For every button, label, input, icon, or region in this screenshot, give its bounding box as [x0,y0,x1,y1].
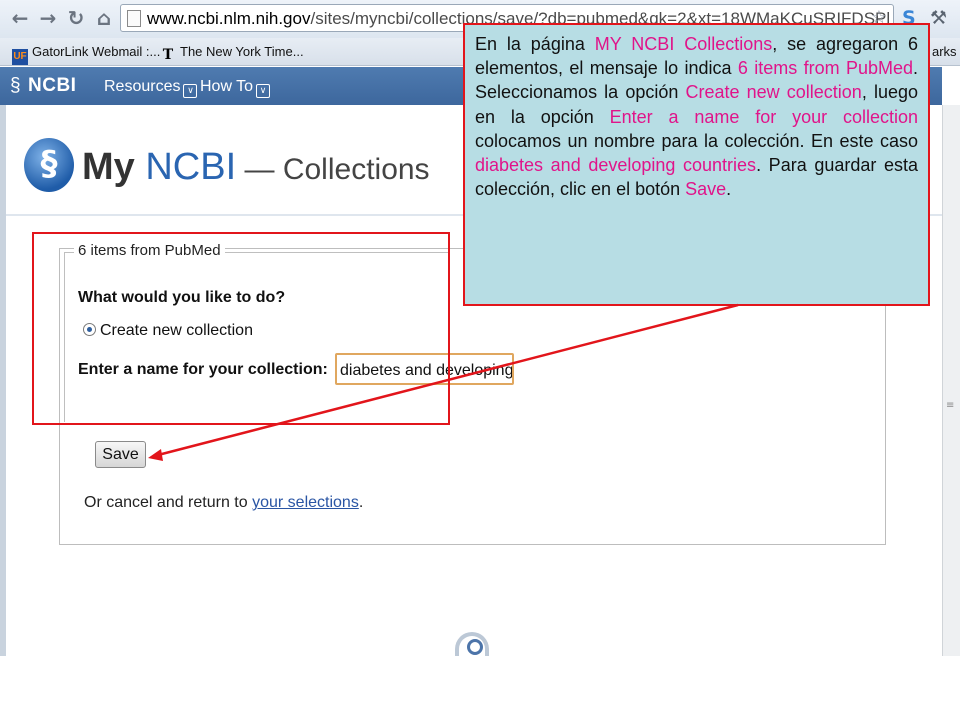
reload-icon[interactable]: ↻ [64,6,88,30]
annotation-highlight-text: MY NCBI Collections [594,34,773,54]
scrollbar[interactable] [942,105,960,656]
chevron-down-icon: ∨ [183,84,198,98]
forward-icon[interactable]: → [36,6,60,30]
ncbi-logo-text: NCBI [28,75,77,96]
back-icon[interactable]: ← [8,6,32,30]
your-selections-link[interactable]: your selections [252,494,359,511]
page-icon [127,10,141,27]
bookmark-nytimes[interactable]: T The New York Time... [160,43,304,63]
home-icon[interactable]: ⌂ [92,6,116,30]
annotation-plain-text: En la página [475,34,595,54]
bookmark-label: GatorLink Webmail :... [32,44,161,59]
cancel-line: Or cancel and return to your selections. [84,493,363,513]
annotation-highlight-text: diabetes and developing countries [475,155,757,176]
annotation-highlight-text: Save [685,179,727,200]
annotation-highlight-text: 6 items from PubMed [737,58,913,79]
annotation-highlight-text: Enter a name for your collection [609,106,918,127]
nyt-icon: T [162,47,174,63]
title-ncbi: NCBI [145,146,237,188]
ncbi-logo[interactable]: § NCBI [10,75,76,97]
menu-how-to[interactable]: How To ∨ [200,77,271,98]
bookmark-gatorlink[interactable]: UF GatorLink Webmail :... [12,43,160,65]
page-title: My NCBI — Collections [82,144,430,193]
menu-resources[interactable]: Resources ∨ [104,77,198,98]
annotation-highlight-text: Create new collection [685,82,862,103]
scroll-grip-icon[interactable]: ≡ [946,401,956,414]
helix-icon: § [10,75,22,96]
menu-label: How To [200,78,254,95]
chevron-down-icon: ∨ [256,84,271,98]
title-my: My [82,146,135,188]
annotation-plain-text: . [726,179,732,200]
other-bookmarks[interactable]: arks [932,43,957,61]
save-button[interactable]: Save [95,441,146,468]
uf-icon: UF [12,49,28,65]
menu-label: Resources [104,78,181,95]
cancel-suffix: . [358,494,364,511]
my-ncbi-logo-icon: § [24,138,74,192]
annotation-text: En la página MY NCBI Collections, se agr… [475,34,918,199]
url-host: www.ncbi.nlm.nih.gov [147,9,311,28]
cancel-prefix: Or cancel and return to [84,494,253,511]
page-left-edge [0,105,6,656]
bookmark-label: The New York Time... [180,44,304,59]
annotation-callout: En la página MY NCBI Collections, se agr… [463,23,930,306]
annotation-highlight-box [32,232,450,425]
annotation-plain-text: colocamos un nombre para la colección. E… [475,130,918,151]
wrench-icon[interactable]: ⚒ [930,6,947,30]
title-collections: — Collections [236,153,430,186]
